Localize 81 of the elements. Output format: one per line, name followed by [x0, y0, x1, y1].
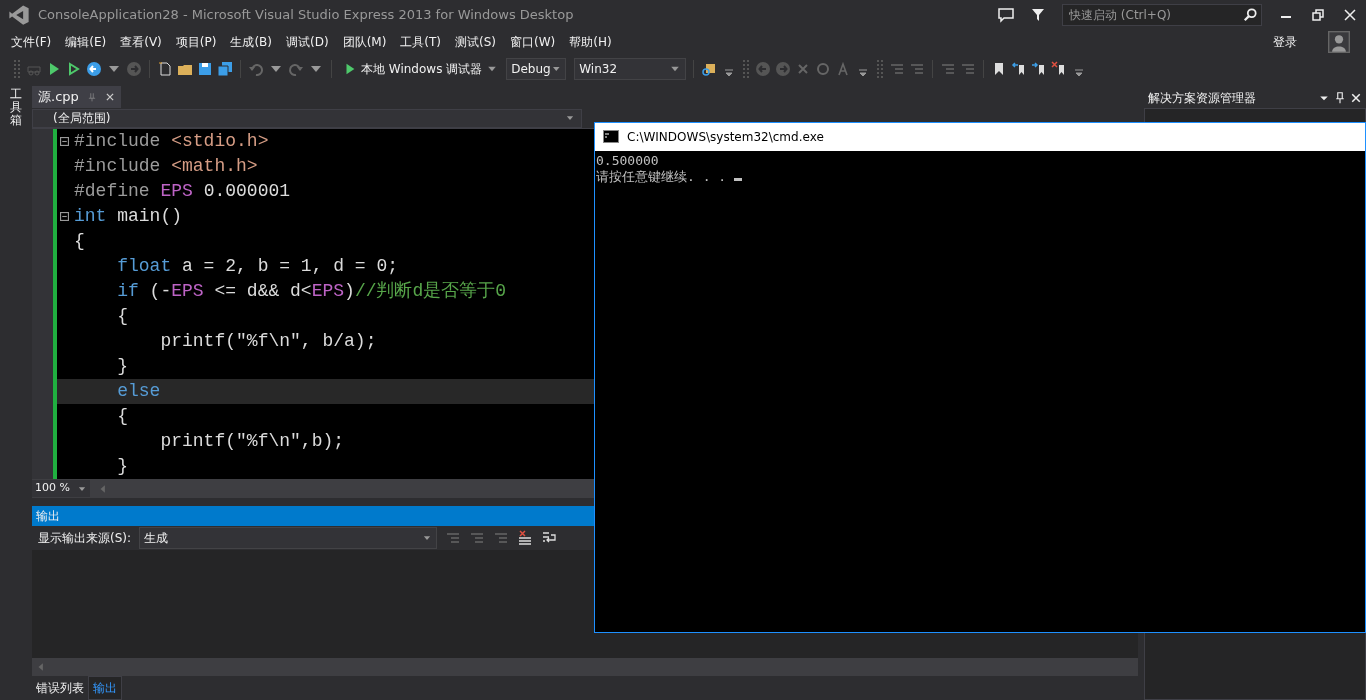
sign-in-link[interactable]: 登录: [1266, 33, 1304, 51]
app-logo-icon: [8, 4, 30, 26]
redo-icon[interactable]: [288, 61, 304, 77]
code-text: //判断d是否等于0: [354, 280, 507, 303]
undo-icon[interactable]: [248, 61, 264, 77]
source-dropdown[interactable]: 生成: [139, 527, 438, 549]
panel-tab[interactable]: 错误列表: [32, 676, 88, 700]
close-icon[interactable]: [104, 92, 115, 102]
panel-title: 输出: [36, 508, 60, 525]
menu-item[interactable]: 团队(M): [335, 33, 394, 51]
restore-icon[interactable]: [1310, 7, 1326, 23]
code-text: }: [116, 455, 128, 478]
code-text: printf("%f\n",b);: [159, 430, 345, 453]
configuration-dropdown[interactable]: Debug: [506, 58, 567, 80]
debugger-button[interactable]: 本地 Windows 调试器: [339, 58, 503, 80]
console-text: 0.500000: [596, 153, 659, 168]
save-icon[interactable]: [197, 61, 213, 77]
code-text: EPS: [171, 280, 204, 303]
save-all-icon[interactable]: [217, 61, 233, 77]
code-text: printf("%f\n", b/a);: [159, 330, 377, 353]
code-text: EPS: [311, 280, 345, 303]
code-text: if: [116, 280, 139, 303]
window-title: C:\WINDOWS\system32\cmd.exe: [627, 129, 824, 146]
panel-title: 解决方案资源管理器: [1148, 90, 1256, 107]
zoom-dropdown[interactable]: 100 %: [32, 480, 90, 497]
code-text: int: [74, 205, 107, 228]
menu-item[interactable]: 测试(S): [448, 33, 504, 51]
code-text: <math.h>: [171, 155, 258, 178]
code-text: EPS: [160, 180, 193, 203]
code-text: }: [116, 355, 128, 378]
code-text: <stdio.h>: [171, 130, 269, 153]
code-text: {: [116, 305, 128, 328]
collapse-icon[interactable]: [59, 212, 69, 221]
code-text: ): [344, 280, 355, 303]
editor-tab[interactable]: 源.cpp: [32, 86, 121, 108]
code-text: #include: [74, 155, 162, 178]
menu-item[interactable]: 生成(B): [223, 33, 279, 51]
code-text: #include: [74, 130, 162, 153]
menu-item[interactable]: 帮助(H): [562, 33, 619, 51]
console-icon: [603, 129, 619, 145]
collapse-icon[interactable]: [59, 137, 69, 146]
source-label: 显示输出来源(S):: [38, 530, 132, 547]
window-title: ConsoleApplication28 - Microsoft Visual Studio Express 2013 for Windows Desktop: [38, 6, 574, 25]
console-text: 请按任意键继续. . .: [596, 169, 728, 184]
menu-item[interactable]: 窗口(W): [503, 33, 563, 51]
play-outline-icon[interactable]: [66, 61, 82, 77]
scope-dropdown[interactable]: (全局范围): [32, 108, 582, 128]
back-icon[interactable]: [86, 61, 102, 77]
code-text: else: [116, 380, 161, 403]
code-text: 0.000001: [202, 180, 291, 203]
quick-launch-field[interactable]: 快速启动 (Ctrl+Q): [1067, 5, 1239, 25]
filter-icon[interactable]: [1030, 7, 1046, 23]
close-icon[interactable]: [1350, 92, 1362, 104]
new-file-icon[interactable]: [157, 61, 173, 77]
close-icon[interactable]: [1342, 7, 1358, 23]
menu-item[interactable]: 工具(T): [393, 33, 449, 51]
code-text: #define: [74, 180, 151, 203]
panel-tab[interactable]: 输出: [88, 676, 122, 700]
code-text: (-: [148, 280, 172, 303]
clear-all-icon[interactable]: [517, 530, 534, 546]
speech-bubble-icon[interactable]: [998, 7, 1014, 23]
pin-icon[interactable]: [1334, 92, 1346, 104]
code-text: a = 2, b = 1, d = 0;: [181, 255, 399, 278]
platform-dropdown[interactable]: Win32: [574, 58, 687, 80]
menu-item[interactable]: 查看(V): [113, 33, 169, 51]
code-text: {: [74, 230, 85, 253]
toolbox-tab[interactable]: 工具箱: [10, 88, 22, 128]
avatar-icon[interactable]: [1328, 31, 1350, 53]
code-text: <= d&& d<: [213, 280, 312, 303]
menu-item[interactable]: 文件(F): [4, 33, 59, 51]
search-icon[interactable]: [1243, 8, 1257, 22]
code-text: {: [116, 405, 128, 428]
menu-item[interactable]: 编辑(E): [58, 33, 114, 51]
code-text: main(): [116, 205, 183, 228]
refresh-icon[interactable]: [815, 61, 832, 77]
text-cursor: [733, 178, 742, 181]
menu-item[interactable]: 调试(D): [279, 33, 336, 51]
find-in-files-icon[interactable]: [701, 61, 718, 77]
search-box[interactable]: 快速启动 (Ctrl+Q): [1062, 4, 1262, 26]
code-text: float: [116, 255, 172, 278]
menu-item[interactable]: 项目(P): [168, 33, 224, 51]
